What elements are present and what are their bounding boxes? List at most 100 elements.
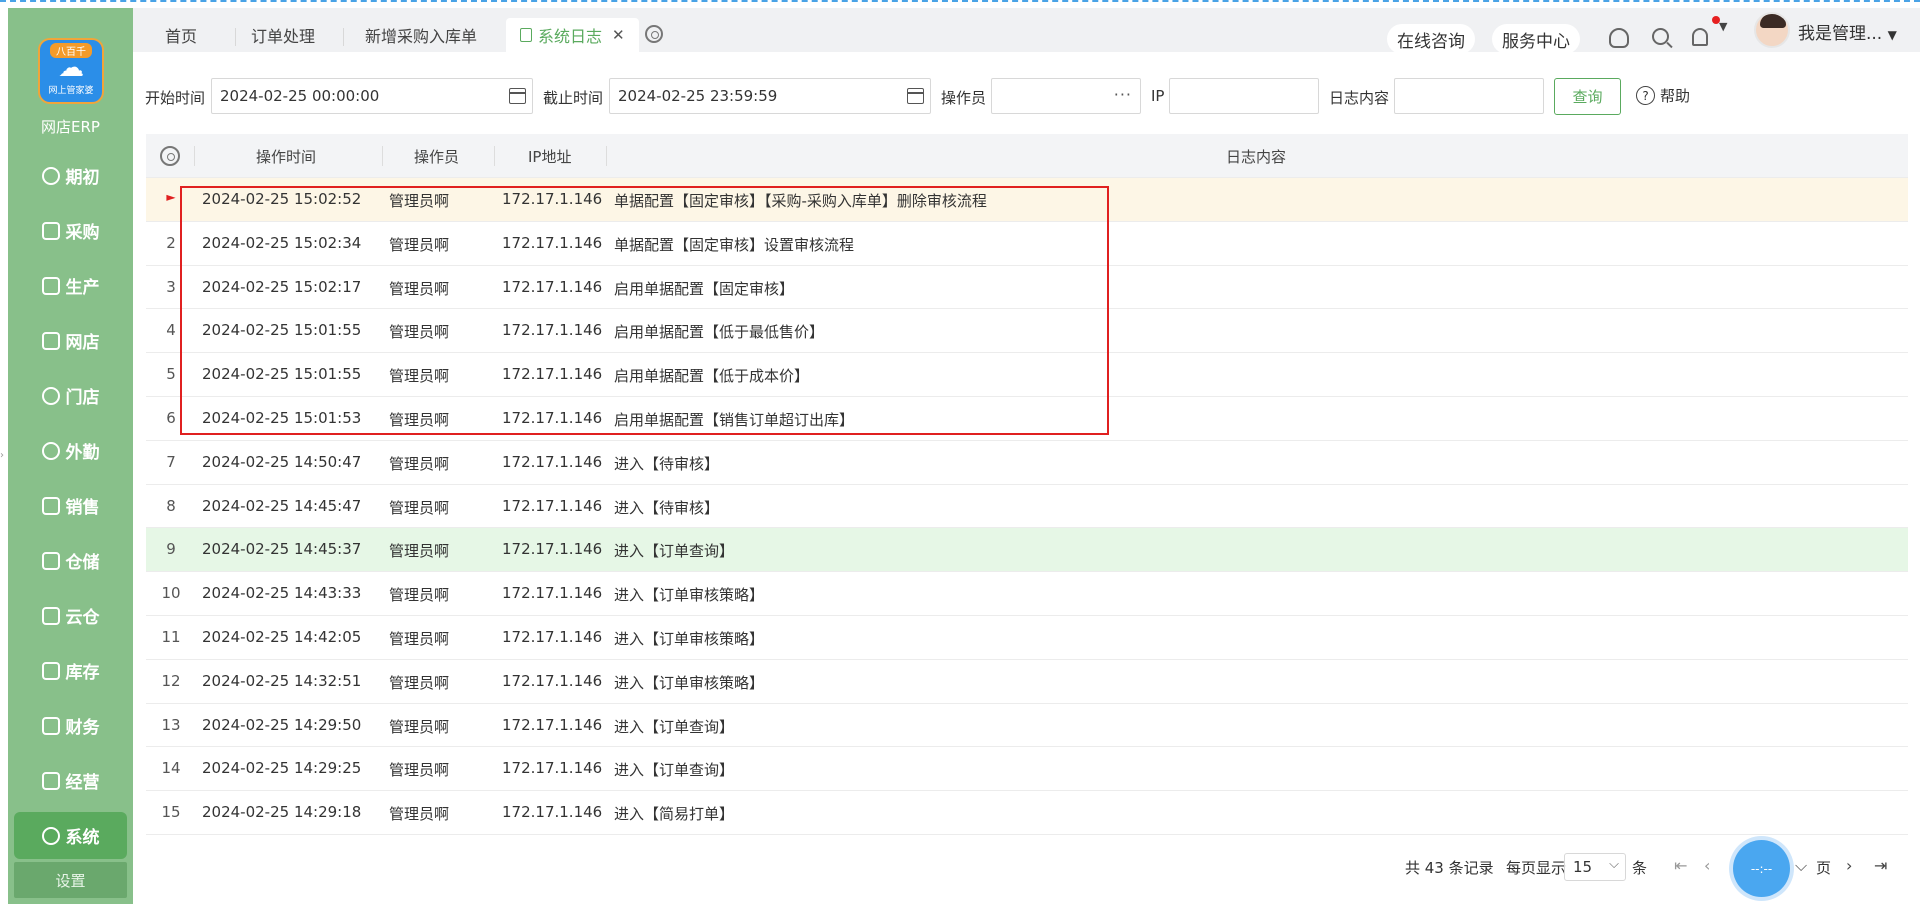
cell-op: 管理员啊 <box>389 454 450 473</box>
sidebar-item-0[interactable]: 期初 <box>8 148 133 203</box>
sidebar-item-5[interactable]: 外勤 <box>8 423 133 478</box>
cell-idx: 12 <box>161 671 181 690</box>
sidebar-item-3[interactable]: 网店 <box>8 313 133 368</box>
settings-button[interactable]: 设置 <box>14 862 127 898</box>
table-row[interactable]: 14 2024-02-25 14:29:25 管理员啊 172.17.1.146 进入【… <box>146 747 1908 792</box>
sidebar-item-label: 系统 <box>65 828 100 848</box>
sidebar-item-label: 经营 <box>65 773 100 793</box>
chevron-down-icon: ▼ <box>1887 28 1897 42</box>
calendar-icon[interactable] <box>509 88 526 104</box>
first-page-icon[interactable]: ⇤ <box>1674 856 1687 875</box>
ip-input[interactable] <box>1169 78 1319 114</box>
page-size-select[interactable]: 15 ⌵ <box>1564 853 1626 881</box>
col-header-operator[interactable]: 操作员 <box>414 146 459 167</box>
table-row[interactable]: 12 2024-02-25 14:32:51 管理员啊 172.17.1.146 进入【… <box>146 660 1908 704</box>
cell-idx: 2 <box>166 233 176 252</box>
bar-chart-icon <box>41 496 60 515</box>
table-row[interactable]: 13 2024-02-25 14:29:50 管理员啊 172.17.1.146 进入【… <box>146 704 1908 748</box>
col-header-time[interactable]: 操作时间 <box>256 146 316 167</box>
floating-assistant-button[interactable]: --:-- <box>1733 840 1790 897</box>
help-link[interactable]: ? 帮助 <box>1636 85 1690 106</box>
sidebar-item-6[interactable]: 销售 <box>8 478 133 533</box>
sidebar-item-9[interactable]: 库存 <box>8 643 133 698</box>
chevron-down-icon[interactable]: ▼ <box>1719 20 1727 33</box>
user-name[interactable]: 我是管理... ▼ <box>1798 19 1897 44</box>
sidebar-item-2[interactable]: 生产 <box>8 258 133 313</box>
last-page-icon[interactable]: ⇥ <box>1874 856 1887 875</box>
more-icon[interactable]: ··· <box>1114 85 1132 104</box>
table-row[interactable]: 11 2024-02-25 14:42:05 管理员啊 172.17.1.146 进入【… <box>146 616 1908 660</box>
prev-page-icon[interactable]: ‹ <box>1704 856 1710 875</box>
chevron-down-icon[interactable]: ⌵ <box>1795 856 1807 876</box>
ip-label: IP <box>1151 87 1165 105</box>
sidebar-item-8[interactable]: 云仓 <box>8 588 133 643</box>
table-row[interactable]: 15 2024-02-25 14:29:18 管理员啊 172.17.1.146 进入【… <box>146 791 1908 835</box>
sidebar-item-4[interactable]: 门店 <box>8 368 133 423</box>
sidebar-item-1[interactable]: 采购 <box>8 203 133 258</box>
sidebar-item-10[interactable]: 财务 <box>8 698 133 753</box>
sidebar-item-12[interactable]: 系统 <box>14 812 127 859</box>
cell-op: 管理员啊 <box>389 192 450 210</box>
table-row[interactable]: 4 2024-02-25 15:01:55 管理员啊 172.17.1.146 启用单据… <box>146 309 1908 354</box>
bell-icon[interactable] <box>1692 28 1708 46</box>
sidebar-item-label: 采购 <box>65 223 100 243</box>
avatar[interactable] <box>1754 12 1790 48</box>
col-header-ip[interactable]: IP地址 <box>528 146 571 167</box>
table-body: ► 2024-02-25 15:02:52 管理员啊 172.17.1.146 单据配置… <box>146 178 1908 835</box>
cell-log: 进入【订单查询】 <box>614 761 735 780</box>
table-row[interactable]: 8 2024-02-25 14:45:47 管理员啊 172.17.1.146 进入【待… <box>146 485 1908 529</box>
sidebar-item-label: 期初 <box>65 168 100 188</box>
warehouse-icon <box>41 551 60 570</box>
close-icon[interactable]: ✕ <box>612 26 625 44</box>
app-logo[interactable]: 八百千 ☁ 网上管家婆 <box>38 38 104 104</box>
tab-system-log[interactable]: 系统日志 ✕ <box>506 18 639 52</box>
column-settings-gear-icon[interactable] <box>160 146 180 166</box>
log-content-input[interactable] <box>1394 78 1544 114</box>
search-icon[interactable] <box>1652 28 1669 45</box>
cell-op: 管理员啊 <box>389 761 450 780</box>
cell-idx: 7 <box>166 452 176 471</box>
table-row[interactable]: 9 2024-02-25 14:45:37 管理员啊 172.17.1.146 进入【订… <box>146 528 1908 573</box>
tab-label: 新增采购入库单 <box>365 27 478 46</box>
col-header-log[interactable]: 日志内容 <box>1226 146 1286 167</box>
download-cloud-icon[interactable] <box>1609 28 1629 48</box>
next-page-icon[interactable]: › <box>1846 856 1852 875</box>
cell-log: 进入【待审核】 <box>614 498 720 517</box>
calendar-icon[interactable] <box>907 88 924 104</box>
table-row[interactable]: ► 2024-02-25 15:02:52 管理员啊 172.17.1.146 单据配置… <box>146 178 1908 222</box>
cell-op: 管理员啊 <box>389 279 450 298</box>
sidebar-item-11[interactable]: 经营 <box>8 753 133 808</box>
operator-input[interactable]: ··· <box>991 78 1141 114</box>
table-row[interactable]: 2 2024-02-25 15:02:34 管理员啊 172.17.1.146 单据配置… <box>146 222 1908 266</box>
cell-time: 2024-02-25 15:01:53 <box>202 408 362 427</box>
tab-home[interactable]: 首页 <box>165 18 197 52</box>
per-page-label: 每页显示 <box>1506 859 1567 877</box>
collapse-handle-icon[interactable]: › <box>0 450 4 461</box>
query-button[interactable]: 查询 <box>1554 78 1621 115</box>
cloud-warehouse-icon <box>41 606 60 625</box>
table-row[interactable]: 7 2024-02-25 14:50:47 管理员啊 172.17.1.146 进入【待… <box>146 441 1908 485</box>
tab-order-processing[interactable]: 订单处理 <box>251 18 315 52</box>
tab-settings-gear-icon[interactable] <box>645 25 663 43</box>
cell-idx: 8 <box>166 496 176 515</box>
start-time-input[interactable]: 2024-02-25 00:00:00 <box>211 78 533 114</box>
cell-time: 2024-02-25 14:45:47 <box>202 496 362 515</box>
table-row[interactable]: 6 2024-02-25 15:01:53 管理员啊 172.17.1.146 启用单据… <box>146 397 1908 441</box>
online-consult-button[interactable]: 在线咨询 <box>1387 24 1475 54</box>
table-row[interactable]: 3 2024-02-25 15:02:17 管理员啊 172.17.1.146 启用单据… <box>146 266 1908 310</box>
tab-new-purchase-inbound[interactable]: 新增采购入库单 <box>365 18 477 52</box>
sidebar-item-label: 库存 <box>65 663 100 683</box>
sidebar-item-7[interactable]: 仓储 <box>8 533 133 588</box>
table-row[interactable]: 10 2024-02-25 14:43:33 管理员啊 172.17.1.146 进入【… <box>146 572 1908 616</box>
end-time-input[interactable]: 2024-02-25 23:59:59 <box>609 78 931 114</box>
cell-idx: 14 <box>161 759 181 778</box>
cell-idx: 6 <box>166 408 176 427</box>
cell-log: 启用单据配置【销售订单超订出库】 <box>614 410 855 429</box>
cell-ip: 172.17.1.146 <box>502 715 603 734</box>
cell-ip: 172.17.1.146 <box>502 190 603 208</box>
service-center-button[interactable]: 服务中心 <box>1492 24 1580 54</box>
cell-ip: 172.17.1.146 <box>502 408 603 427</box>
sidebar-item-label: 云仓 <box>65 608 100 628</box>
sidebar-item-label: 外勤 <box>65 443 100 463</box>
table-row[interactable]: 5 2024-02-25 15:01:55 管理员啊 172.17.1.146 启用单据… <box>146 353 1908 397</box>
